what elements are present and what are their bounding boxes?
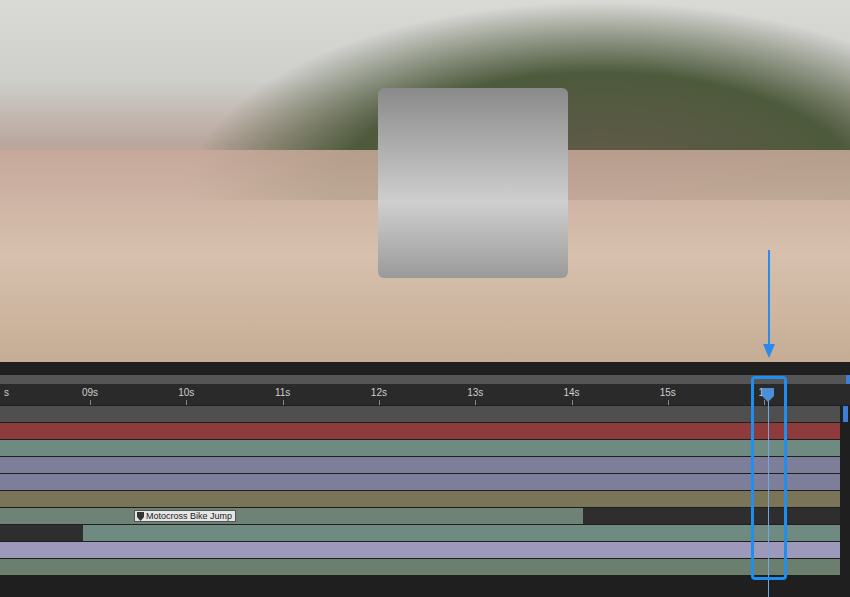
playhead-highlight <box>751 376 787 580</box>
empty-range <box>583 508 840 524</box>
empty-range <box>0 525 83 541</box>
ruler-tick-label: 13s <box>467 387 483 398</box>
ruler-tick-mark <box>475 400 476 405</box>
ruler-tick-mark <box>764 400 765 405</box>
track-list: Motocross Bike Jump <box>0 405 850 575</box>
ruler-tick-label: 12s <box>371 387 387 398</box>
layer-bar[interactable] <box>0 406 840 422</box>
playhead-line[interactable] <box>768 392 769 597</box>
marker-label: Motocross Bike Jump <box>146 511 232 521</box>
ruler-tick-label: 14s <box>563 387 579 398</box>
layer-track[interactable] <box>0 440 840 456</box>
ruler-tick-mark <box>572 400 573 405</box>
time-ruler[interactable]: s 09s 10s 11s 12s 13s 14s 15s 16 <box>0 384 850 405</box>
layer-track[interactable] <box>0 491 840 507</box>
ruler-tick-label: s <box>4 387 9 398</box>
editor-screen: s 09s 10s 11s 12s 13s 14s 15s 16 Motocro… <box>0 0 850 597</box>
ruler-tick-label: 11s <box>275 387 290 398</box>
layer-track[interactable] <box>0 457 840 473</box>
ruler-tick-mark <box>668 400 669 405</box>
layer-bar[interactable] <box>0 474 840 490</box>
work-area-bar[interactable] <box>0 375 848 384</box>
layer-bar[interactable] <box>0 491 840 507</box>
composition-viewer <box>0 0 850 362</box>
layer-track[interactable] <box>0 559 840 575</box>
ruler-tick-label: 15s <box>660 387 676 398</box>
ruler-tick-mark <box>283 400 284 405</box>
layer-track[interactable] <box>0 406 840 422</box>
layer-bar[interactable] <box>83 525 840 541</box>
ruler-tick-mark <box>379 400 380 405</box>
layer-track[interactable] <box>0 474 840 490</box>
ruler-tick-label: 09s <box>82 387 98 398</box>
layer-track[interactable] <box>0 525 840 541</box>
ruler-tick-mark <box>90 400 91 405</box>
playhead-icon[interactable] <box>762 388 774 402</box>
layer-track[interactable]: Motocross Bike Jump <box>0 508 840 524</box>
layer-marker[interactable]: Motocross Bike Jump <box>134 510 236 522</box>
layer-bar[interactable] <box>0 559 840 575</box>
work-area-end[interactable] <box>846 375 850 384</box>
layer-end-handle[interactable] <box>843 406 848 422</box>
layer-bar[interactable]: Motocross Bike Jump <box>0 508 583 524</box>
ruler-tick-label: 10s <box>178 387 194 398</box>
layer-bar[interactable] <box>0 423 840 439</box>
layer-bar[interactable] <box>0 440 840 456</box>
layer-track[interactable] <box>0 542 840 558</box>
pointer-arrow-icon <box>763 250 775 360</box>
layer-bar[interactable] <box>0 457 840 473</box>
timeline-panel: s 09s 10s 11s 12s 13s 14s 15s 16 Motocro… <box>0 362 850 597</box>
ruler-tick-mark <box>186 400 187 405</box>
layer-track[interactable] <box>0 423 840 439</box>
layer-bar[interactable] <box>0 542 840 558</box>
people-cutout <box>378 88 568 278</box>
marker-icon <box>137 512 144 521</box>
